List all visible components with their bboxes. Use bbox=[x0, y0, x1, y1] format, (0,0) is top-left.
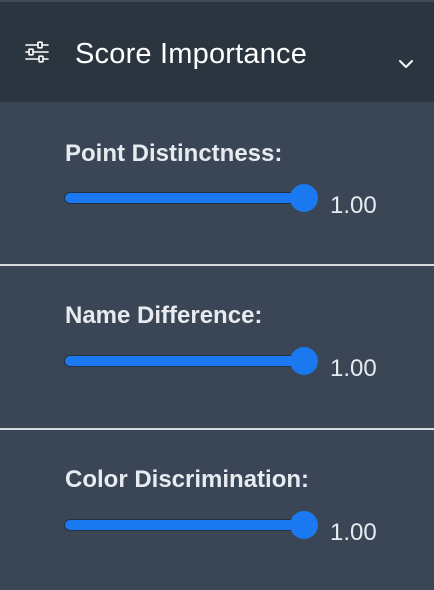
point-distinctness-value: 1.00 bbox=[330, 192, 377, 219]
slider-thumb[interactable] bbox=[290, 347, 318, 375]
color-discrimination-label: Color Discrimination: bbox=[65, 466, 310, 493]
point-distinctness-section: Point Distinctness: 1.00 bbox=[0, 102, 434, 264]
slider-fill bbox=[65, 356, 303, 366]
slider-track[interactable] bbox=[64, 192, 304, 204]
point-distinctness-slider[interactable] bbox=[64, 184, 322, 214]
point-distinctness-label: Point Distinctness: bbox=[65, 140, 283, 167]
slider-fill bbox=[65, 193, 303, 203]
slider-track[interactable] bbox=[64, 355, 304, 367]
panel-header[interactable]: Score Importance bbox=[0, 0, 434, 102]
sliders-icon bbox=[25, 41, 49, 63]
score-importance-panel: Score Importance Point Distinctness: 1.0… bbox=[0, 0, 434, 590]
slider-fill bbox=[65, 520, 303, 530]
slider-track[interactable] bbox=[64, 519, 304, 531]
slider-thumb[interactable] bbox=[290, 184, 318, 212]
color-discrimination-slider[interactable] bbox=[64, 511, 322, 541]
panel-title: Score Importance bbox=[75, 38, 308, 70]
color-discrimination-section: Color Discrimination: 1.00 bbox=[0, 430, 434, 590]
color-discrimination-value: 1.00 bbox=[330, 519, 377, 546]
name-difference-value: 1.00 bbox=[330, 355, 377, 382]
name-difference-slider[interactable] bbox=[64, 347, 322, 377]
name-difference-label: Name Difference: bbox=[65, 302, 263, 329]
slider-thumb[interactable] bbox=[290, 511, 318, 539]
name-difference-section: Name Difference: 1.00 bbox=[0, 266, 434, 428]
chevron-down-icon[interactable] bbox=[398, 58, 414, 70]
